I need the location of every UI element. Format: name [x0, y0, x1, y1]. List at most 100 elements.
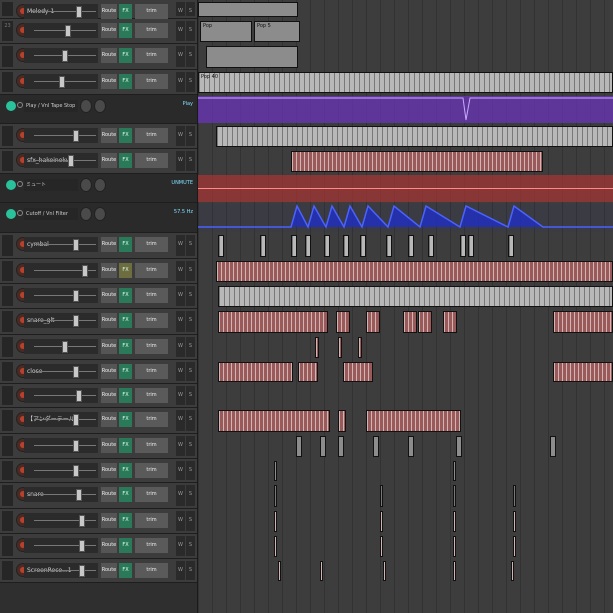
track-number[interactable] — [2, 151, 13, 171]
track-number[interactable] — [2, 46, 13, 67]
track-header[interactable]: Route FX trim W S — [0, 434, 197, 459]
audio-clip[interactable] — [366, 311, 380, 333]
volume-fader[interactable] — [34, 520, 96, 521]
audio-clip[interactable] — [324, 235, 330, 257]
trim-button[interactable]: trim — [135, 487, 168, 502]
audio-clip[interactable] — [320, 436, 326, 457]
audio-clip[interactable] — [343, 362, 373, 382]
audio-clip[interactable] — [453, 461, 456, 481]
audio-clip[interactable] — [216, 261, 613, 282]
route-button[interactable]: Route — [101, 74, 117, 89]
audio-clip[interactable] — [315, 337, 319, 358]
route-button[interactable]: Route — [101, 463, 117, 478]
track-header[interactable]: Route FX trim W S — [0, 284, 197, 309]
track-header[interactable]: Route FX trim W S — [0, 534, 197, 559]
route-button[interactable]: Route — [101, 128, 117, 143]
audio-clip[interactable] — [291, 235, 297, 257]
envelope-band[interactable] — [198, 96, 613, 123]
trim-button[interactable]: trim — [135, 237, 168, 252]
audio-clip[interactable] — [291, 151, 543, 172]
w-button[interactable]: W — [176, 286, 185, 306]
track-number[interactable] — [2, 511, 13, 531]
w-button[interactable]: W — [176, 485, 185, 506]
s-button[interactable]: S — [186, 21, 195, 41]
trim-button[interactable]: trim — [135, 48, 168, 63]
w-button[interactable]: W — [176, 72, 185, 92]
envelope-arm-icon[interactable] — [17, 181, 23, 187]
track-lane[interactable] — [198, 284, 613, 309]
track-header[interactable]: Route FX trim W S — [0, 259, 197, 284]
w-button[interactable]: W — [176, 21, 185, 41]
route-button[interactable]: Route — [101, 412, 117, 427]
track-lane[interactable] — [198, 360, 613, 384]
audio-clip[interactable] — [260, 235, 266, 257]
plugin-envelope-icon[interactable] — [6, 209, 16, 219]
volume-fader-knob[interactable] — [73, 440, 80, 452]
volume-fader-knob[interactable] — [76, 489, 82, 501]
track-lane[interactable] — [198, 408, 613, 434]
envelope-lane-header[interactable]: Cutoff / Vnl Filter 57.5 Hz — [0, 203, 197, 233]
track-lane[interactable] — [198, 483, 613, 509]
fx-button[interactable]: FX — [119, 74, 132, 89]
s-button[interactable]: S — [186, 261, 195, 281]
fx-button[interactable]: FX — [119, 364, 132, 379]
audio-clip[interactable] — [218, 362, 293, 382]
track-lane[interactable] — [198, 534, 613, 559]
midi-clip[interactable] — [206, 46, 298, 68]
track-lane[interactable] — [198, 309, 613, 335]
trim-button[interactable]: trim — [135, 313, 168, 328]
audio-clip[interactable] — [298, 362, 318, 382]
w-button[interactable]: W — [176, 536, 185, 556]
audio-clip[interactable] — [453, 485, 456, 507]
track-lane[interactable] — [198, 233, 613, 259]
audio-clip[interactable] — [468, 235, 474, 257]
volume-fader-knob[interactable] — [62, 50, 68, 62]
s-button[interactable]: S — [186, 461, 195, 480]
track-lane[interactable]: Pop 40 — [198, 70, 613, 95]
volume-fader[interactable] — [34, 545, 96, 546]
audio-clip[interactable] — [443, 311, 457, 333]
trim-button[interactable]: trim — [135, 463, 168, 478]
s-button[interactable]: S — [186, 561, 195, 580]
audio-clip[interactable] — [380, 511, 383, 532]
track-header[interactable]: Route FX trim W S — [0, 509, 197, 534]
volume-fader-knob[interactable] — [73, 366, 80, 378]
w-button[interactable]: W — [176, 337, 185, 357]
fx-button[interactable]: FX — [119, 563, 132, 578]
track-number[interactable] — [2, 461, 13, 480]
fx-button[interactable]: FX — [119, 438, 132, 453]
trim-button[interactable]: trim — [135, 4, 168, 19]
fx-button[interactable]: FX — [119, 48, 132, 63]
w-button[interactable]: W — [176, 511, 185, 531]
trim-button[interactable]: trim — [135, 339, 168, 354]
volume-fader[interactable] — [34, 570, 96, 571]
trim-button[interactable]: trim — [135, 563, 168, 578]
w-button[interactable]: W — [176, 46, 185, 67]
volume-fader[interactable] — [34, 320, 96, 321]
audio-clip[interactable] — [274, 461, 277, 481]
track-header[interactable]: cymbalRouteFXtrimWS — [0, 233, 197, 259]
trim-button[interactable]: trim — [135, 23, 168, 38]
audio-clip[interactable] — [358, 337, 362, 358]
volume-fader-knob[interactable] — [73, 465, 80, 477]
track-lane[interactable] — [198, 559, 613, 583]
audio-clip[interactable] — [453, 511, 456, 532]
audio-clip[interactable] — [513, 536, 516, 557]
midi-clip[interactable] — [198, 2, 298, 17]
w-button[interactable]: W — [176, 561, 185, 580]
trim-button[interactable]: trim — [135, 412, 168, 427]
volume-fader-knob[interactable] — [78, 515, 85, 527]
mute-envelope-icon[interactable] — [6, 180, 16, 190]
trim-button[interactable]: trim — [135, 74, 168, 89]
route-button[interactable]: Route — [101, 513, 117, 528]
s-button[interactable]: S — [186, 337, 195, 357]
track-number[interactable] — [2, 235, 13, 256]
audio-clip[interactable] — [513, 511, 516, 532]
volume-fader-knob[interactable] — [78, 540, 85, 552]
route-button[interactable]: Route — [101, 313, 117, 328]
trim-button[interactable]: trim — [135, 128, 168, 143]
track-number[interactable] — [2, 286, 13, 306]
audio-clip[interactable] — [216, 126, 613, 147]
audio-clip[interactable] — [403, 311, 417, 333]
w-button[interactable]: W — [176, 2, 185, 16]
